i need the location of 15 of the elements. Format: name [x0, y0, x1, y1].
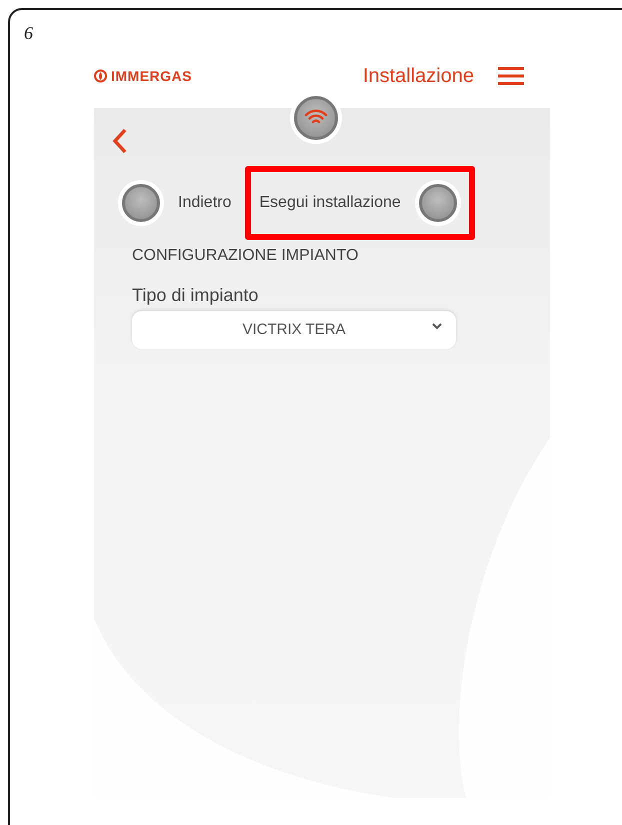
flame-logo-icon — [94, 69, 107, 83]
wifi-button[interactable] — [294, 96, 338, 140]
action-button[interactable]: Esegui installazione — [245, 166, 475, 240]
brand-logo: IMMERGAS — [111, 66, 192, 86]
round-knob-icon — [118, 180, 164, 226]
round-knob-icon — [414, 180, 461, 226]
page-title: Installazione — [362, 64, 474, 89]
dropdown-chevron-icon — [432, 323, 442, 330]
menu-icon[interactable] — [498, 66, 524, 85]
field-label: Tipo di impianto — [132, 284, 260, 307]
action-button[interactable]: Indietro — [104, 166, 246, 240]
page-number: 6 — [24, 22, 33, 45]
section-title: CONFIGURAZIONE IMPIANTO — [132, 246, 360, 266]
back-chevron-icon[interactable] — [112, 128, 128, 154]
select-field[interactable]: VICTRIX TERA — [132, 311, 456, 349]
